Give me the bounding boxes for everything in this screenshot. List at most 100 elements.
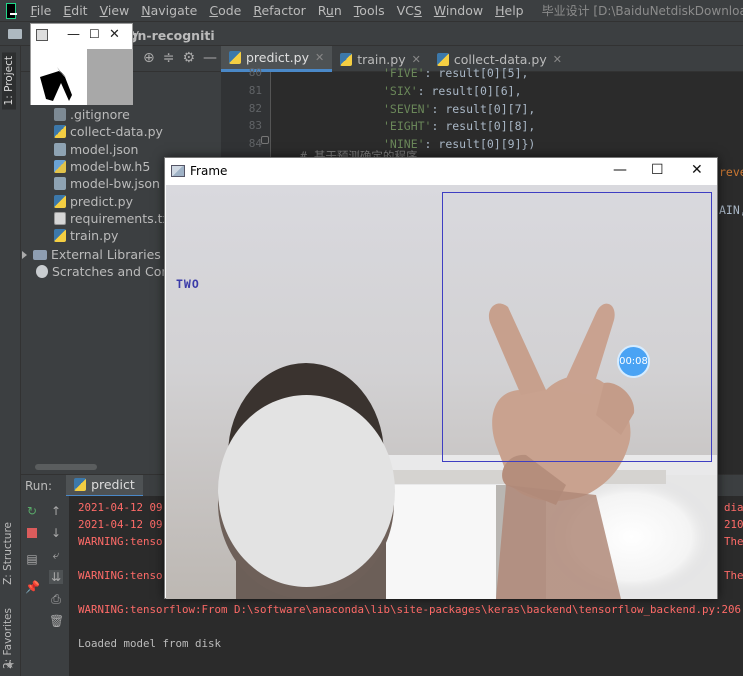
recording-timer-badge[interactable]: 00:08: [617, 345, 650, 378]
file-tree-item[interactable]: model-bw.h5: [54, 158, 150, 175]
stop-icon[interactable]: [25, 526, 39, 540]
menu-item[interactable]: Window: [428, 0, 489, 22]
run-tab-label: predict: [91, 477, 135, 492]
window-title: 毕业设计 [D:\BaiduNetdiskDownload\手势识别(1)\毕业…: [541, 4, 743, 18]
scroll-to-end-icon[interactable]: ⇊: [49, 570, 63, 584]
python-file-icon: [340, 52, 353, 66]
project-horizontal-scrollbar[interactable]: [35, 464, 97, 470]
maximize-button[interactable]: ☐: [89, 27, 100, 41]
console-line: 2021-04-12 09:: [78, 501, 170, 514]
close-tab-icon[interactable]: ✕: [412, 53, 421, 66]
run-label: Run:: [25, 478, 53, 493]
h5-file-icon: [54, 159, 66, 173]
menu-items: File Edit View Navigate Code Refactor Run Tools…: [24, 0, 529, 22]
line-number: 84: [248, 137, 262, 151]
file-name: requirements.txt: [70, 210, 175, 226]
file-name: model.json: [70, 141, 139, 157]
rerun-icon[interactable]: ↻: [25, 504, 39, 518]
python-file-icon: [74, 478, 87, 491]
print-icon[interactable]: ⎙: [49, 592, 63, 606]
menu-item[interactable]: Code: [203, 0, 247, 22]
file-tree-item[interactable]: model-bw.json: [54, 175, 160, 192]
close-tab-icon[interactable]: ✕: [315, 51, 324, 64]
star-icon[interactable]: ★: [5, 658, 15, 671]
console-line: Loaded model from disk: [78, 637, 222, 650]
file-tree-item[interactable]: model.json: [54, 141, 138, 158]
file-tree-item[interactable]: predict.py: [54, 193, 133, 210]
preview-gray-area: [87, 49, 133, 105]
line-number: 83: [248, 119, 262, 133]
menu-item[interactable]: Tools: [348, 0, 391, 22]
console-line-tail: 2103: [724, 518, 743, 531]
frame-title: Frame: [190, 164, 228, 178]
menu-item[interactable]: VCS: [391, 0, 428, 22]
target-icon[interactable]: ⊕: [143, 50, 155, 66]
frame-titlebar: Frame — ☐ ✕: [165, 158, 717, 184]
file-tree-item[interactable]: collect-data.py: [54, 123, 163, 140]
menu-item[interactable]: View: [94, 0, 136, 22]
frame-window: Frame — ☐ ✕ TWO 00:08: [164, 157, 718, 599]
roi-preview-titlebar: — ☐ ✕: [31, 24, 132, 46]
console-line: 2021-04-12 09:: [78, 518, 170, 531]
trash-icon[interactable]: 🗑: [49, 614, 64, 628]
file-tree-item[interactable]: .gitignore: [54, 106, 130, 123]
txt-file-icon: [54, 211, 66, 225]
console-line-tail: The: [724, 569, 743, 582]
line-number: 82: [248, 101, 262, 115]
file-name: predict.py: [70, 193, 133, 209]
roi-box: [442, 192, 712, 462]
menu-item[interactable]: File: [24, 0, 57, 22]
fold-icon[interactable]: [261, 136, 269, 144]
git-file-icon: [54, 108, 66, 121]
structure-tool-tab[interactable]: Z: Structure: [2, 522, 14, 585]
frame-close-button[interactable]: ✕: [691, 162, 703, 178]
library-icon: [33, 249, 47, 260]
external-libraries[interactable]: External Libraries: [22, 246, 161, 263]
file-tree-item[interactable]: requirements.txt: [54, 210, 175, 227]
thresholded-hand-image: [31, 49, 87, 105]
layout-icon[interactable]: ▤: [25, 552, 39, 566]
frame-minimize-button[interactable]: —: [613, 162, 627, 178]
menu-item[interactable]: Help: [489, 0, 530, 22]
expand-arrow-icon[interactable]: [22, 250, 27, 259]
minimize-button[interactable]: —: [67, 27, 80, 42]
pin-icon[interactable]: 📌: [25, 580, 40, 594]
minimize-icon[interactable]: —: [203, 50, 217, 66]
roi-preview-window: — ☐ ✕: [30, 23, 133, 105]
file-name: model-bw.h5: [70, 158, 151, 174]
menu-item[interactable]: Navigate: [135, 0, 203, 22]
close-button[interactable]: ✕: [109, 27, 120, 42]
file-name: model-bw.json: [70, 176, 160, 192]
editor-tab[interactable]: predict.py ✕: [221, 46, 333, 72]
run-toolbar: ↻ ↑ ↓ ⤶ ▤ ⇊ 📌 ⎙ 🗑: [21, 496, 69, 676]
soft-wrap-icon[interactable]: ⤶: [49, 548, 63, 562]
down-arrow-icon[interactable]: ↓: [49, 526, 63, 540]
python-file-icon: [436, 52, 449, 66]
frame-maximize-button[interactable]: ☐: [651, 162, 664, 178]
project-tool-tab[interactable]: 1: Project: [2, 52, 16, 110]
code-line: 'SIX': result[0][6],: [383, 83, 522, 98]
py-file-icon: [54, 125, 66, 139]
gear-icon[interactable]: ⚙: [182, 50, 195, 66]
collapse-icon[interactable]: ≑: [163, 50, 175, 66]
line-number: 81: [248, 83, 262, 97]
face-privacy-mask: [218, 395, 395, 587]
console-line-tail: The: [724, 535, 743, 548]
webcam-feed: TWO 00:08: [166, 185, 717, 599]
close-tab-icon[interactable]: ✕: [553, 53, 562, 66]
folder-icon[interactable]: [8, 28, 22, 39]
up-arrow-icon[interactable]: ↑: [49, 504, 63, 518]
file-name: .gitignore: [70, 107, 130, 122]
run-tab-predict[interactable]: predict: [66, 474, 143, 497]
console-line: WARNING:tensor: [78, 569, 170, 582]
line-number: 80: [248, 66, 262, 79]
file-tree-item[interactable]: train.py: [54, 227, 118, 244]
menu-item[interactable]: Edit: [57, 0, 93, 22]
code-line: 'EIGHT': result[0][8],: [383, 119, 536, 134]
prediction-label: TWO: [176, 277, 200, 291]
frame-window-icon: [171, 165, 185, 177]
menu-item[interactable]: Refactor: [247, 0, 311, 22]
menu-item[interactable]: Run: [312, 0, 348, 22]
py-file-icon: [54, 194, 66, 208]
console-line-tail: diag: [724, 501, 743, 514]
